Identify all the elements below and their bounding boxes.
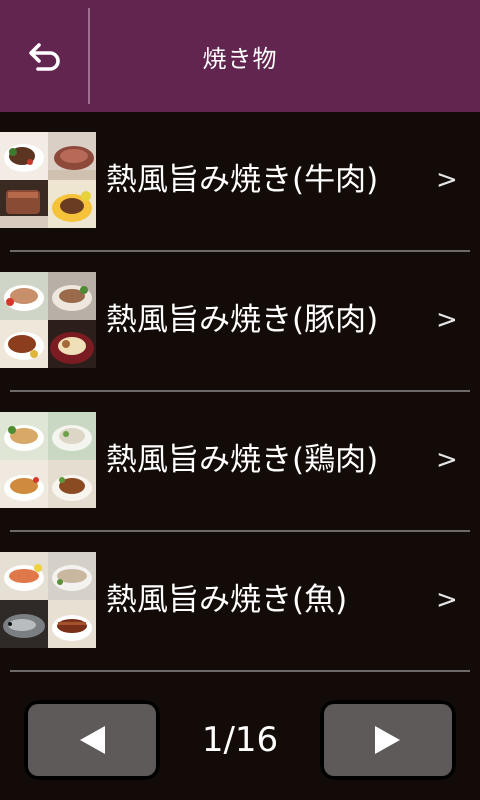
fish-dishes-image <box>0 552 96 648</box>
page-indicator: 1/16 <box>201 720 279 760</box>
list-item-fish[interactable]: 熱風旨み焼き(魚) > <box>0 532 480 672</box>
chevron-right-icon: > <box>436 165 458 195</box>
list-item-label: 熱風旨み焼き(魚) <box>106 582 348 618</box>
list-item-pork[interactable]: 熱風旨み焼き(豚肉) > <box>0 252 480 392</box>
list-item-chicken[interactable]: 熱風旨み焼き(鶏肉) > <box>0 392 480 532</box>
header-bar: 焼き物 <box>0 0 480 112</box>
pagination-bar: 1/16 <box>0 670 480 800</box>
next-page-button[interactable] <box>320 700 456 780</box>
chevron-right-icon: > <box>436 305 458 335</box>
chevron-right-icon: > <box>436 585 458 615</box>
list-item-label: 熱風旨み焼き(鶏肉) <box>106 442 379 478</box>
list-item-label: 熱風旨み焼き(牛肉) <box>106 162 379 198</box>
chicken-dishes-image <box>0 412 96 508</box>
left-triangle-icon <box>80 726 105 754</box>
pork-dishes-image <box>0 272 96 368</box>
back-button[interactable] <box>0 0 88 112</box>
beef-dishes-image <box>0 132 96 228</box>
chevron-right-icon: > <box>436 445 458 475</box>
page-title: 焼き物 <box>202 44 278 73</box>
back-arrow-icon <box>29 43 60 71</box>
list-item-beef[interactable]: 熱風旨み焼き(牛肉) > <box>0 112 480 252</box>
recipe-list: 熱風旨み焼き(牛肉) > 熱風旨み焼き(豚肉) > 熱風旨み焼き(鶏肉) > 熱… <box>0 112 480 672</box>
right-triangle-icon <box>375 726 400 754</box>
previous-page-button[interactable] <box>24 700 160 780</box>
list-item-label: 熱風旨み焼き(豚肉) <box>106 302 379 338</box>
